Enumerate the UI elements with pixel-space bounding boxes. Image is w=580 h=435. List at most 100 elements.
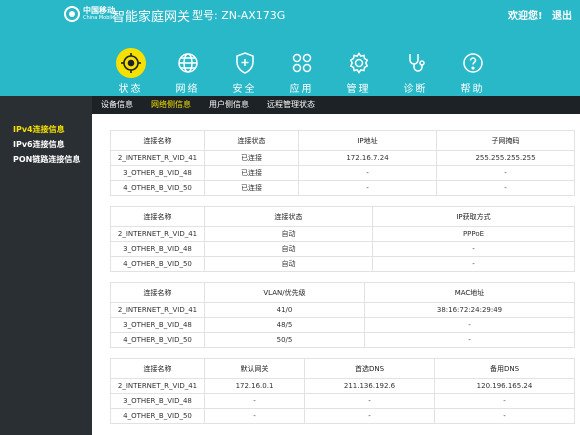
column-header: 连接状态 [204, 130, 299, 151]
table-cell: 4_OTHER_B_VID_50 [110, 256, 205, 272]
table-cell: 3_OTHER_B_VID_48 [110, 317, 205, 333]
table-cell: - [436, 165, 575, 181]
table-cell: 3_OTHER_B_VID_48 [110, 241, 205, 257]
china-mobile-logo: 中国移动 China Mobile [64, 6, 115, 22]
table-cell: 172.16.7.24 [298, 150, 437, 166]
table-cell: 4_OTHER_B_VID_50 [110, 408, 205, 424]
gear-icon [344, 48, 374, 78]
table-cell: - [434, 408, 575, 424]
nav-item-help[interactable]: 帮助 [444, 48, 501, 95]
table-cell: 3_OTHER_B_VID_48 [110, 393, 205, 409]
nav-label: 安全 [232, 84, 257, 95]
table-cell: - [434, 393, 575, 409]
table-row: 4_OTHER_B_VID_50 50/5 - [110, 332, 575, 348]
nav-item-apps[interactable]: 应用 [273, 48, 330, 95]
logo-text-cn: 中国移动 [83, 6, 115, 15]
nav-item-management[interactable]: 管理 [330, 48, 387, 95]
column-header: VLAN/优先级 [204, 282, 365, 303]
table-cell: - [364, 317, 575, 333]
sidebar-item-ipv4[interactable]: IPv4连接信息 [0, 122, 92, 137]
column-header: 连接名称 [110, 282, 205, 303]
column-header: 默认网关 [204, 358, 305, 379]
table-cell: 2_INTERNET_R_VID_41 [110, 150, 205, 166]
table-cell: 48/5 [204, 317, 365, 333]
nav-item-status[interactable]: 状态 [102, 48, 159, 95]
table-cell: 38:16:72:24:29:49 [364, 302, 575, 318]
table-cell: - [436, 180, 575, 196]
table-cell: - [204, 408, 305, 424]
table-cell: PPPoE [372, 226, 575, 242]
table-row: 2_INTERNET_R_VID_41 自动 PPPoE [110, 226, 575, 242]
column-header: 子网掩码 [436, 130, 575, 151]
nav-item-network[interactable]: 网络 [159, 48, 216, 95]
table-cell: - [204, 393, 305, 409]
table-cell: 自动 [204, 256, 373, 272]
subnav-user-info[interactable]: 用户侧信息 [200, 96, 258, 114]
table-cell: 50/5 [204, 332, 365, 348]
nav-label: 状态 [118, 84, 143, 95]
column-header: 连接名称 [110, 130, 205, 151]
apps-icon [287, 48, 317, 78]
column-header: 首选DNS [304, 358, 435, 379]
table-row: 3_OTHER_B_VID_48 自动 - [110, 241, 575, 257]
table-row: 2_INTERNET_R_VID_41 已连接 172.16.7.24 255.… [110, 150, 575, 166]
sidebar: IPv4连接信息 IPv6连接信息 PON链路连接信息 [0, 114, 92, 435]
shield-icon [230, 48, 260, 78]
table-row: 3_OTHER_B_VID_48 48/5 - [110, 317, 575, 333]
table-cell: - [364, 332, 575, 348]
table-row: 4_OTHER_B_VID_50 自动 - [110, 256, 575, 272]
table-cell: 已连接 [204, 180, 299, 196]
column-header: 备用DNS [434, 358, 575, 379]
nav-label: 网络 [175, 84, 200, 95]
nav-item-security[interactable]: 安全 [216, 48, 273, 95]
logo-text-en: China Mobile [83, 15, 116, 21]
subnav-network-info[interactable]: 网络侧信息 [142, 96, 200, 114]
nav-label: 诊断 [403, 84, 428, 95]
table-cell: 4_OTHER_B_VID_50 [110, 180, 205, 196]
stethoscope-icon [401, 48, 431, 78]
table-cell: 自动 [204, 226, 373, 242]
subnav-remote-status[interactable]: 远程管理状态 [258, 96, 324, 114]
column-header: MAC地址 [364, 282, 575, 303]
nav-label: 帮助 [460, 84, 485, 95]
column-header: 连接名称 [110, 358, 205, 379]
table-cell: - [372, 256, 575, 272]
table-cell: 120.196.165.24 [434, 378, 575, 394]
table-cell: 3_OTHER_B_VID_48 [110, 165, 205, 181]
status-icon [115, 48, 146, 78]
sidebar-item-pon[interactable]: PON链路连接信息 [0, 152, 92, 167]
table-cell: 2_INTERNET_R_VID_41 [110, 226, 205, 242]
gateway-dns-table: 连接名称 默认网关 首选DNS 备用DNS 2_INTERNET_R_VID_4… [110, 358, 575, 424]
column-header: 连接状态 [204, 206, 373, 227]
column-header: IP地址 [298, 130, 437, 151]
table-row: 4_OTHER_B_VID_50 已连接 - - [110, 180, 575, 196]
table-cell: 172.16.0.1 [204, 378, 305, 394]
help-icon [458, 48, 488, 78]
globe-icon [173, 48, 203, 78]
app-title: 智能家庭网关 [112, 10, 191, 25]
nav-item-diagnosis[interactable]: 诊断 [387, 48, 444, 95]
table-row: 3_OTHER_B_VID_48 已连接 - - [110, 165, 575, 181]
sub-nav: 设备信息 网络侧信息 用户侧信息 远程管理状态 [92, 96, 580, 114]
table-row: 3_OTHER_B_VID_48 - - - [110, 393, 575, 409]
table-row: 2_INTERNET_R_VID_41 172.16.0.1 211.136.1… [110, 378, 575, 394]
main-nav: 状态 网络 安全 应用 管理 诊断 帮助 [102, 48, 501, 95]
table-cell: 41/0 [204, 302, 365, 318]
welcome-text: 欢迎您! [508, 11, 543, 22]
table-cell: 2_INTERNET_R_VID_41 [110, 302, 205, 318]
table-cell: 255.255.255.255 [436, 150, 575, 166]
china-mobile-logo-icon [64, 6, 80, 22]
logout-link[interactable]: 退出 [552, 7, 572, 22]
main-content: 连接名称 连接状态 IP地址 子网掩码 2_INTERNET_R_VID_41 … [92, 114, 580, 435]
column-header: IP获取方式 [372, 206, 575, 227]
table-cell: - [372, 241, 575, 257]
header: 中国移动 China Mobile 智能家庭网关 型号: ZN-AX173G 欢… [0, 0, 580, 96]
sidebar-item-ipv6[interactable]: IPv6连接信息 [0, 137, 92, 152]
table-cell: - [298, 165, 437, 181]
model-label: 型号: ZN-AX173G [192, 9, 286, 22]
table-cell: - [298, 180, 437, 196]
subnav-device-info[interactable]: 设备信息 [92, 96, 142, 114]
table-row: 2_INTERNET_R_VID_41 41/0 38:16:72:24:29:… [110, 302, 575, 318]
table-row: 4_OTHER_B_VID_50 - - - [110, 408, 575, 424]
table-cell: 4_OTHER_B_VID_50 [110, 332, 205, 348]
